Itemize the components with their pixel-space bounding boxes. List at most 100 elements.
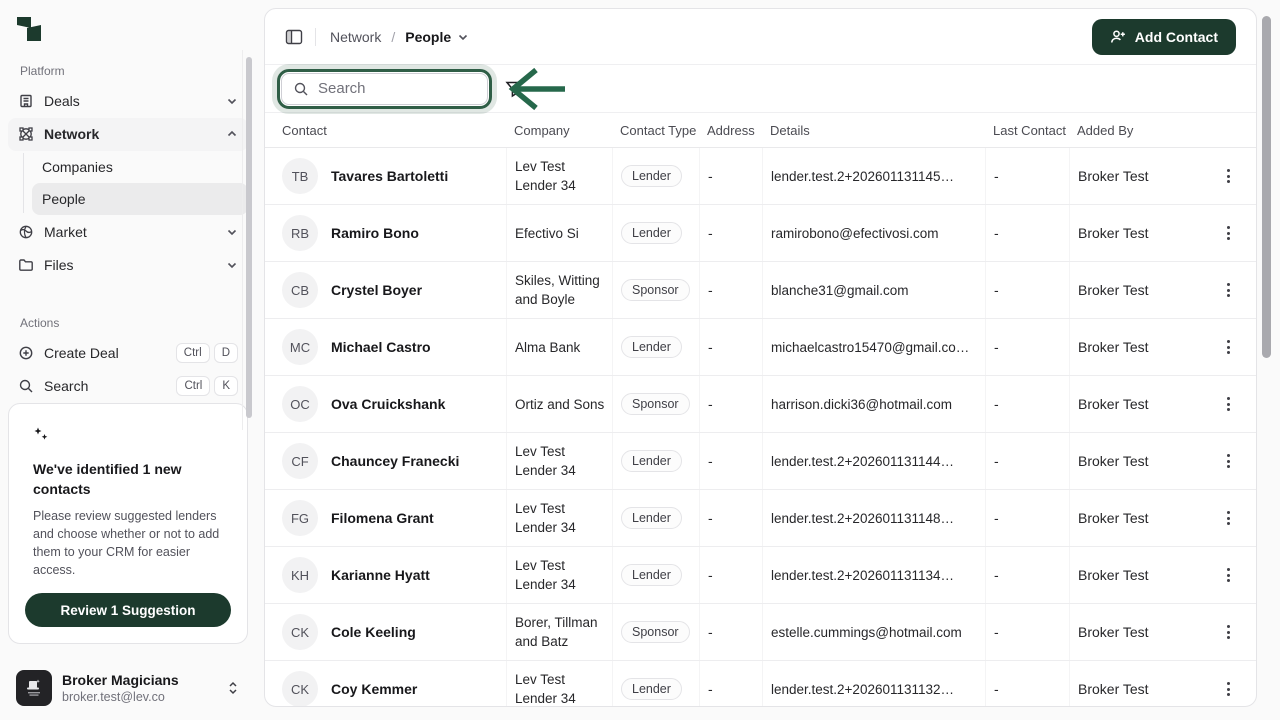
avatar: CK	[282, 671, 318, 707]
table-row[interactable]: CF Chauncey Franecki Lev Test Lender 34 …	[265, 433, 1256, 490]
table-body: TB Tavares Bartoletti Lev Test Lender 34…	[265, 148, 1256, 707]
added-by-cell: Broker Test	[1069, 604, 1199, 660]
details-cell: lender.test.2+202601131145…	[762, 148, 985, 204]
table-row[interactable]: CK Cole Keeling Borer, Tillman and Batz …	[265, 604, 1256, 661]
filter-funnel-icon[interactable]	[505, 80, 523, 98]
sidebar-item-market[interactable]: Market	[8, 215, 248, 249]
breadcrumb-network[interactable]: Network	[330, 29, 381, 45]
column-header-contact[interactable]: Contact	[265, 123, 506, 138]
globe-icon	[18, 224, 34, 240]
breadcrumb-separator: /	[391, 29, 395, 45]
sidebar-item-create-deal[interactable]: Create Deal Ctrl D	[8, 336, 248, 370]
table-row[interactable]: TB Tavares Bartoletti Lev Test Lender 34…	[265, 148, 1256, 205]
table-row[interactable]: MC Michael Castro Alma Bank Lender - mic…	[265, 319, 1256, 376]
company-cell: Lev Test Lender 34	[506, 433, 612, 489]
avatar: CB	[282, 272, 318, 308]
contact-type-badge: Lender	[621, 336, 682, 358]
breadcrumb-current-label: People	[405, 29, 451, 45]
actions-cell	[1199, 619, 1256, 645]
column-header-added-by[interactable]: Added By	[1069, 123, 1199, 138]
address-cell: -	[699, 604, 762, 660]
sidebar-item-label: Companies	[42, 159, 113, 175]
contact-type-cell: Sponsor	[612, 262, 699, 318]
contact-cell: MC Michael Castro	[265, 329, 506, 365]
row-menu-button[interactable]	[1221, 334, 1236, 360]
address-cell: -	[699, 547, 762, 603]
sidebar-item-companies[interactable]: Companies	[32, 151, 248, 183]
review-suggestion-button[interactable]: Review 1 Suggestion	[25, 593, 231, 627]
sidebar-item-people[interactable]: People	[32, 183, 248, 215]
contact-type-badge: Lender	[621, 564, 682, 586]
contact-name: Cole Keeling	[331, 624, 416, 640]
contact-type-cell: Lender	[612, 148, 699, 204]
row-menu-button[interactable]	[1221, 619, 1236, 645]
breadcrumb: Network / People	[330, 29, 469, 45]
row-menu-button[interactable]	[1221, 277, 1236, 303]
add-contact-label: Add Contact	[1135, 29, 1218, 45]
sidebar-scrollbar[interactable]	[246, 57, 252, 418]
account-avatar	[16, 670, 52, 706]
contact-type-badge: Sponsor	[621, 621, 690, 643]
avatar: MC	[282, 329, 318, 365]
kbd-k: K	[214, 376, 238, 396]
actions-cell	[1199, 277, 1256, 303]
table-row[interactable]: KH Karianne Hyatt Lev Test Lender 34 Len…	[265, 547, 1256, 604]
added-by-cell: Broker Test	[1069, 490, 1199, 546]
address-cell: -	[699, 262, 762, 318]
search-input[interactable]	[318, 80, 468, 97]
actions-cell	[1199, 163, 1256, 189]
sidebar-toggle-button[interactable]	[285, 29, 303, 45]
company-cell: Efectivo Si	[506, 205, 612, 261]
contact-type-badge: Lender	[621, 222, 682, 244]
column-header-last-contact[interactable]: Last Contact	[985, 123, 1069, 138]
main-content-card: Network / People Add Contact	[264, 8, 1257, 707]
details-cell: estelle.cummings@hotmail.com	[762, 604, 985, 660]
added-by-cell: Broker Test	[1069, 376, 1199, 432]
last-contact-cell: -	[985, 547, 1069, 603]
account-switcher[interactable]: Broker Magicians broker.test@lev.co	[16, 670, 240, 706]
sidebar-item-deals[interactable]: Deals	[8, 84, 248, 118]
column-header-contact-type[interactable]: Contact Type	[612, 123, 699, 138]
row-menu-button[interactable]	[1221, 562, 1236, 588]
row-menu-button[interactable]	[1221, 163, 1236, 189]
added-by-cell: Broker Test	[1069, 661, 1199, 707]
address-cell: -	[699, 490, 762, 546]
details-cell: lender.test.2+202601131148…	[762, 490, 985, 546]
person-plus-icon	[1110, 29, 1127, 45]
row-menu-button[interactable]	[1221, 505, 1236, 531]
address-cell: -	[699, 148, 762, 204]
sidebar-item-network[interactable]: Network	[8, 118, 248, 152]
table-row[interactable]: FG Filomena Grant Lev Test Lender 34 Len…	[265, 490, 1256, 547]
last-contact-cell: -	[985, 490, 1069, 546]
added-by-cell: Broker Test	[1069, 262, 1199, 318]
row-menu-button[interactable]	[1221, 220, 1236, 246]
search-icon	[293, 81, 309, 97]
row-menu-button[interactable]	[1221, 448, 1236, 474]
chevron-down-icon	[226, 95, 238, 107]
row-menu-button[interactable]	[1221, 676, 1236, 702]
contact-type-cell: Lender	[612, 547, 699, 603]
account-meta: Broker Magicians broker.test@lev.co	[62, 671, 179, 705]
table-row[interactable]: OC Ova Cruickshank Ortiz and Sons Sponso…	[265, 376, 1256, 433]
table-header: Contact Company Contact Type Address Det…	[265, 113, 1256, 148]
chevron-down-icon	[226, 259, 238, 271]
row-menu-button[interactable]	[1221, 391, 1236, 417]
column-header-address[interactable]: Address	[699, 123, 762, 138]
column-header-company[interactable]: Company	[506, 123, 612, 138]
kbd-ctrl: Ctrl	[176, 343, 210, 363]
sidebar-item-label: Files	[44, 257, 74, 273]
search-field[interactable]	[281, 73, 488, 105]
add-contact-button[interactable]: Add Contact	[1092, 19, 1236, 55]
sidebar-item-files[interactable]: Files	[8, 249, 248, 283]
main-scrollbar[interactable]	[1262, 16, 1271, 358]
breadcrumb-people-dropdown[interactable]: People	[405, 29, 469, 45]
column-header-details[interactable]: Details	[762, 123, 985, 138]
plus-circle-icon	[18, 345, 34, 361]
last-contact-cell: -	[985, 604, 1069, 660]
table-row[interactable]: CB Crystel Boyer Skiles, Witting and Boy…	[265, 262, 1256, 319]
table-row[interactable]: CK Coy Kemmer Lev Test Lender 34 Lender …	[265, 661, 1256, 707]
table-row[interactable]: RB Ramiro Bono Efectivo Si Lender - rami…	[265, 205, 1256, 262]
actions-cell	[1199, 505, 1256, 531]
account-email: broker.test@lev.co	[62, 689, 179, 705]
sidebar-item-search[interactable]: Search Ctrl K	[8, 370, 248, 404]
